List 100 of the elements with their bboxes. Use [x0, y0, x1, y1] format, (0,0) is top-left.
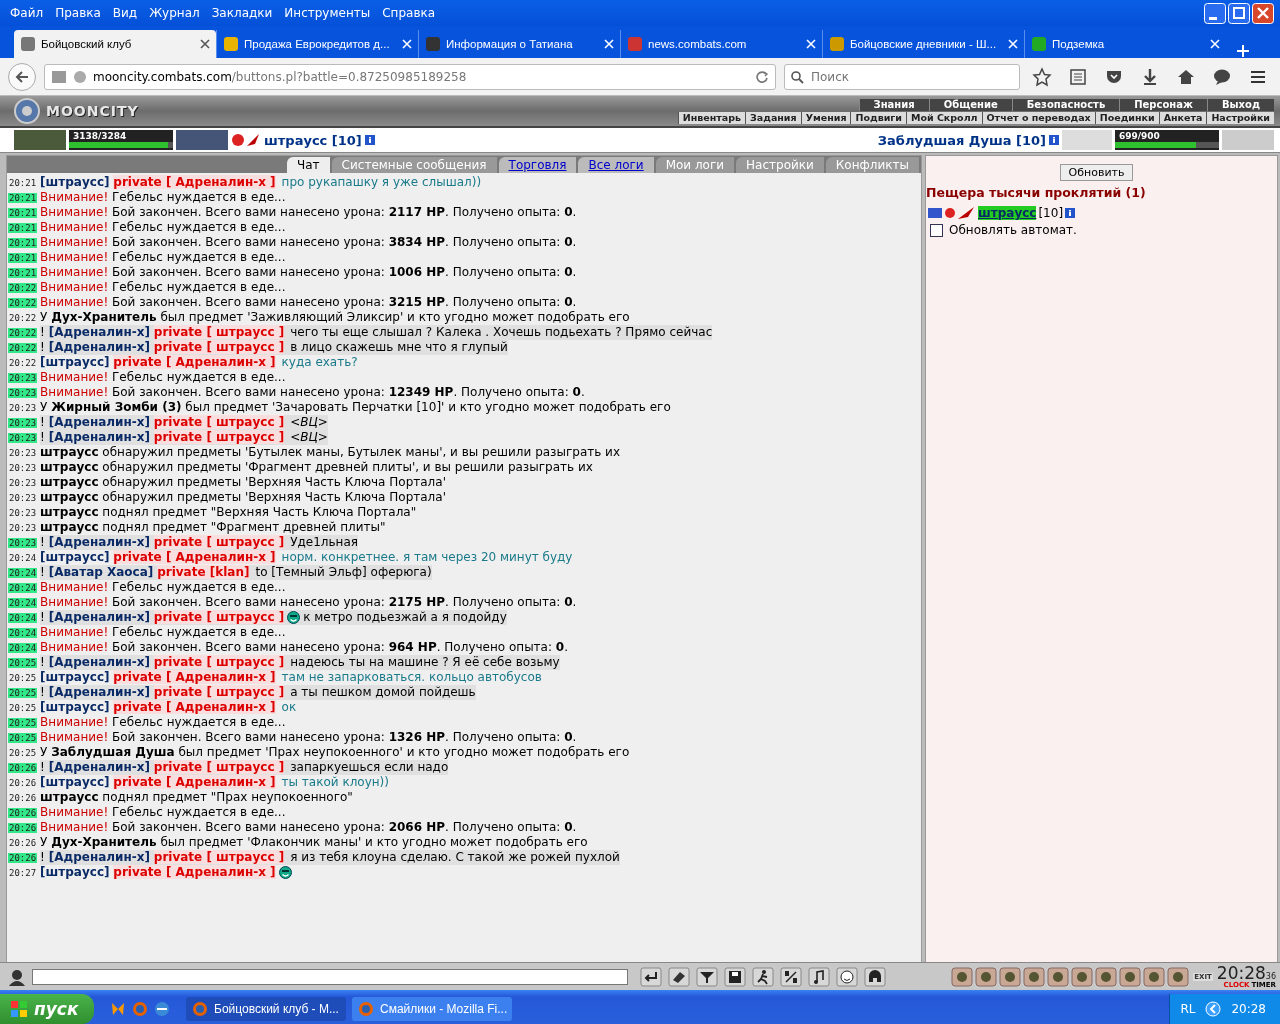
menu-item[interactable]: Инструменты	[278, 6, 377, 20]
action-tile-icon[interactable]	[1167, 966, 1190, 987]
message-time: 20:25	[8, 747, 38, 758]
back-button[interactable]	[8, 62, 36, 91]
action-tile-icon[interactable]	[1047, 966, 1070, 987]
message-text: запаркуешься если надо	[290, 760, 449, 775]
private-header[interactable]: ! [Аватар Хаоса] private [klan]	[40, 565, 250, 580]
favicon-icon	[425, 36, 441, 52]
chevron-icon[interactable]	[1205, 1001, 1222, 1017]
chat-tab[interactable]: Чат	[287, 157, 330, 173]
weapon-placeholder	[1222, 130, 1274, 150]
favicon-icon	[627, 36, 643, 52]
browser-tab[interactable]: Бойцовский клуб	[14, 30, 216, 58]
info-icon[interactable]	[1065, 208, 1076, 218]
chat-input[interactable]	[32, 968, 628, 985]
menu-item[interactable]: Журнал	[143, 6, 206, 20]
menu-item[interactable]: Справка	[376, 6, 442, 20]
message-time: 20:26	[8, 837, 38, 848]
browser-icon	[192, 1001, 208, 1017]
menu-item[interactable]: Вид	[106, 6, 144, 20]
save-icon[interactable]	[724, 966, 746, 987]
system-message: Внимание! Бой закончен. Всего вами нанесено урона: 2117 HP. Получено опыта: 0.	[40, 205, 577, 220]
message-text: to [Темный Эльф] оферюга)	[255, 565, 432, 580]
reload-icon[interactable]	[755, 69, 769, 84]
maximize-icon[interactable]	[1228, 2, 1250, 24]
menu-item[interactable]: Закладки	[205, 6, 279, 20]
message-time: 20:26	[8, 852, 38, 863]
action-tile-icon[interactable]	[975, 966, 998, 987]
message-text: <ВЦ>	[290, 430, 328, 445]
taskbar-task[interactable]: Бойцовский клуб - M...	[186, 997, 346, 1021]
player-name[interactable]: штраусс [10]	[264, 132, 362, 148]
browser-icon[interactable]	[154, 1001, 170, 1017]
message-time: 20:25	[8, 672, 38, 683]
smiley-icon[interactable]	[836, 966, 858, 987]
event-message: штраусс поднял предмет "Фрагмент древней плиты"	[40, 520, 386, 535]
action-tile-icon[interactable]	[951, 966, 974, 987]
sub-menu-link[interactable]: Анкета	[1158, 111, 1207, 124]
user-name[interactable]: штраусс	[978, 206, 1037, 220]
close-icon[interactable]	[200, 39, 210, 49]
system-message: Внимание! Бой закончен. Всего вами нанесено урона: 3834 HP. Получено опыта: 0.	[40, 235, 577, 250]
menu-item[interactable]: Правка	[49, 6, 107, 20]
sub-menu-link[interactable]: Подвиги	[850, 111, 906, 124]
message-time: 20:21	[8, 237, 38, 248]
info-icon[interactable]	[1049, 135, 1059, 145]
helmet-icon[interactable]	[864, 966, 886, 987]
info-icon[interactable]	[364, 135, 375, 145]
main-menu-link[interactable]: Персонаж	[1119, 98, 1207, 111]
sub-menu-link[interactable]: Задания	[745, 111, 801, 124]
address-field[interactable]: mooncity.combats.com/buttons.pl?battle=0.87250985189258	[44, 63, 776, 90]
plus-icon[interactable]	[1236, 44, 1250, 58]
sub-menu-link[interactable]: Настройки	[1206, 111, 1274, 124]
sub-menu-link[interactable]: Умения	[800, 111, 851, 124]
main-menu-link[interactable]: Безопасность	[1011, 98, 1120, 111]
refresh-button[interactable]: Обновить	[1059, 164, 1134, 181]
music-note-icon[interactable]	[808, 966, 830, 987]
message-text: а ты пешком домой пойдешь	[290, 685, 476, 700]
system-message: Внимание! Бой закончен. Всего вами нанесено урона: 2066 HP. Получено опыта: 0.	[40, 820, 577, 835]
taskbar-task[interactable]: Смайлики - Mozilla Fi...	[352, 997, 512, 1021]
action-tile-icon[interactable]	[1119, 966, 1142, 987]
main-menu-link[interactable]: Выход	[1206, 98, 1274, 111]
search-field[interactable]: Поиск	[784, 63, 1020, 90]
action-tile-icon[interactable]	[999, 966, 1022, 987]
fraction-icon[interactable]	[780, 966, 802, 987]
message-time: 20:23	[8, 432, 38, 443]
language-indicator[interactable]: RL	[1180, 1002, 1196, 1016]
opponent-name[interactable]: Заблудшая Душа [10]	[877, 132, 1046, 148]
main-menu-link[interactable]: Общение	[928, 98, 1012, 111]
sub-menu-link[interactable]: Инвентарь	[677, 111, 746, 124]
sub-menu-link[interactable]: Поединки	[1094, 111, 1159, 124]
chat-tab[interactable]: Торговля	[498, 157, 577, 173]
sub-menu-link[interactable]: Мой Скролл	[905, 111, 982, 124]
sub-menu-link[interactable]: Отчет о переводах	[981, 111, 1095, 124]
message-text: <ВЦ>	[290, 415, 328, 430]
checkbox[interactable]	[930, 223, 943, 237]
butterfly-icon[interactable]	[110, 1001, 126, 1017]
browser-icon	[358, 1001, 374, 1017]
message-time: 20:23	[8, 507, 38, 518]
action-tile-icon[interactable]	[1095, 966, 1118, 987]
reading-list-icon	[1068, 66, 1088, 87]
running-figure-icon[interactable]	[752, 966, 774, 987]
menu-item[interactable]: Файл	[4, 6, 50, 20]
action-tile-icon[interactable]	[1071, 966, 1094, 987]
message-time: 20:23	[8, 387, 38, 398]
message-time: 20:25	[8, 687, 38, 698]
chat-tab[interactable]: Все логи	[578, 157, 654, 173]
message-time: 20:23	[8, 477, 38, 488]
system-message: Внимание! Гебельс нуждается в еде...	[40, 805, 286, 820]
main-menu-link[interactable]: Знания	[858, 98, 929, 111]
system-message: Внимание! Гебельс нуждается в еде...	[40, 715, 286, 730]
filter-icon[interactable]	[696, 966, 718, 987]
favicon-icon	[223, 36, 239, 52]
location-title: Пещера тысячи проклятий (1)	[926, 185, 1146, 200]
message-text: я из тебя клоуна сделаю. С такой же рожей пухлой	[290, 850, 620, 865]
action-tile-icon[interactable]	[1143, 966, 1166, 987]
action-tile-icon[interactable]	[1023, 966, 1046, 987]
favicon-icon	[1031, 36, 1047, 52]
message-time: 20:26	[8, 762, 38, 773]
eraser-icon[interactable]	[668, 966, 690, 987]
message-time: 20:21	[8, 222, 38, 233]
minimize-icon[interactable]	[1204, 2, 1226, 24]
